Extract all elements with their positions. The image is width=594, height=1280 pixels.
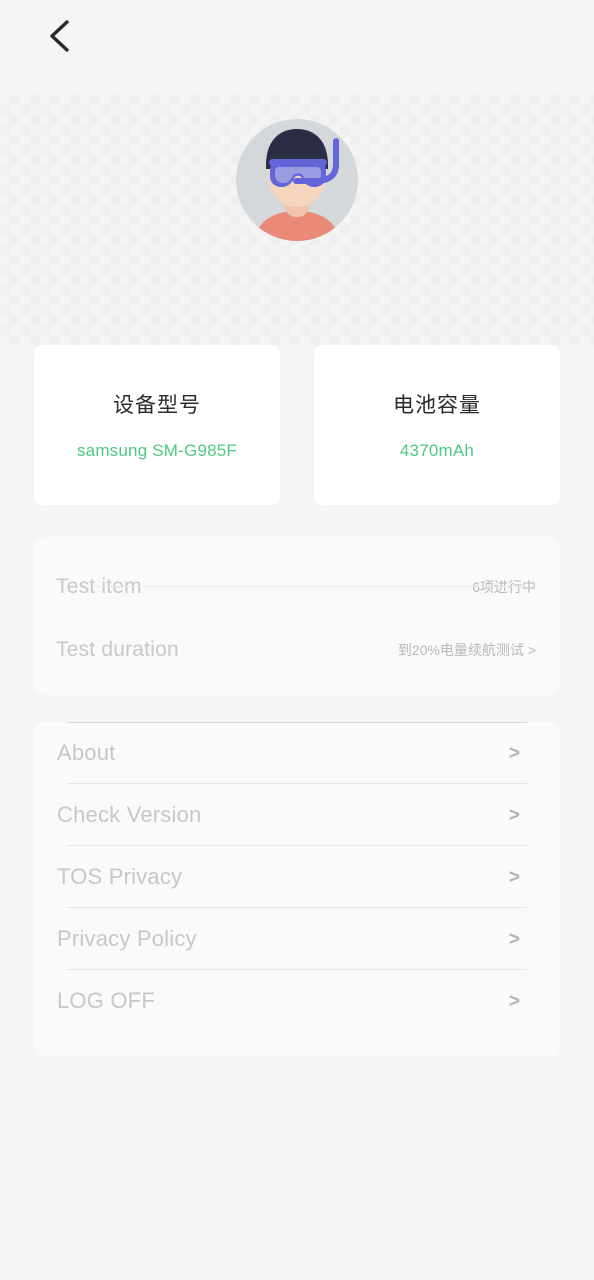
device-model-title: 设备型号 (113, 394, 201, 417)
menu-item-label: About (57, 740, 116, 765)
chevron-right-icon: > (508, 928, 520, 950)
chevron-right-icon: > (508, 990, 520, 1012)
test-duration-value: 到20%电量续航测试 > (397, 641, 536, 658)
settings-menu-panel: About > Check Version > TOS Privacy > Pr… (34, 722, 560, 1057)
top-navigation-bar (0, 0, 594, 95)
back-button[interactable] (34, 10, 86, 62)
battery-capacity-title: 电池容量 (393, 394, 481, 417)
device-model-value: samsung SM-G985F (76, 441, 238, 460)
chevron-right-icon: > (508, 866, 520, 888)
chevron-right-icon: > (508, 804, 520, 826)
chevron-right-icon: > (508, 742, 520, 764)
test-status-panel: Test item 6项进行中 Test duration 到20%电量续航测试… (34, 537, 560, 695)
chevron-left-icon (47, 19, 73, 53)
menu-item-tos-privacy[interactable]: TOS Privacy > (34, 846, 560, 908)
avatar[interactable] (236, 119, 358, 241)
test-item-row[interactable]: Test item 6项进行中 (34, 555, 560, 618)
battery-capacity-card: 电池容量 4370mAh (314, 345, 560, 505)
menu-item-privacy-policy[interactable]: Privacy Policy > (34, 908, 560, 970)
profile-screen: 设备型号 samsung SM-G985F 电池容量 4370mAh Test … (0, 0, 594, 1280)
scuba-diver-avatar-icon (236, 119, 358, 241)
menu-item-label: LOG OFF (57, 988, 155, 1013)
menu-item-label: TOS Privacy (57, 864, 183, 889)
test-duration-label: Test duration (56, 637, 179, 661)
device-info-cards: 设备型号 samsung SM-G985F 电池容量 4370mAh (34, 345, 560, 505)
device-model-card: 设备型号 samsung SM-G985F (34, 345, 280, 505)
menu-item-label: Privacy Policy (57, 926, 197, 951)
menu-item-label: Check Version (57, 802, 202, 827)
menu-item-check-version[interactable]: Check Version > (34, 784, 560, 846)
battery-capacity-value: 4370mAh (399, 441, 475, 460)
menu-item-log-off[interactable]: LOG OFF > (34, 970, 560, 1032)
menu-item-about[interactable]: About > (34, 722, 560, 784)
test-duration-row[interactable]: Test duration 到20%电量续航测试 > (34, 618, 560, 681)
test-row-divider (96, 586, 526, 587)
